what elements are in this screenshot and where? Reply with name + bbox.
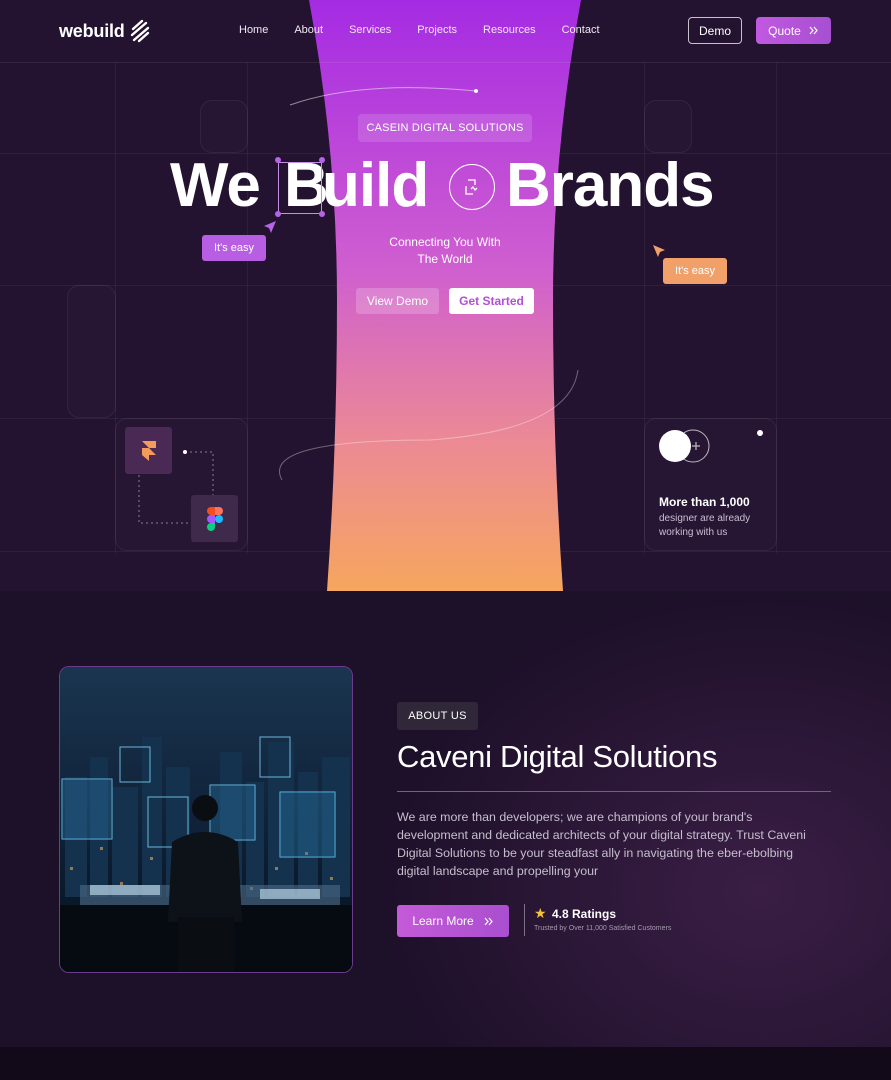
about-photo xyxy=(59,666,353,973)
nav-item-resources[interactable]: Resources xyxy=(470,24,549,36)
indicator-dot xyxy=(757,430,763,436)
nav-item-services[interactable]: Services xyxy=(336,24,404,36)
hero-subtitle-line: Connecting You With xyxy=(389,235,501,249)
rating-subtitle: Trusted by Over 11,000 Satisfied Custome… xyxy=(534,925,672,932)
designers-count-line: working with us xyxy=(659,527,728,538)
nav-item-projects[interactable]: Projects xyxy=(404,24,470,36)
add-designer-icon[interactable] xyxy=(659,429,711,463)
learn-more-label: Learn More xyxy=(412,914,474,928)
hero-gradient-beam xyxy=(137,0,581,591)
star-icon: ★ xyxy=(534,905,547,921)
hero-subtitle-line: The World xyxy=(417,252,473,266)
view-demo-button[interactable]: View Demo xyxy=(356,288,439,314)
logo-text: webuild xyxy=(59,20,125,41)
designers-count-line: designer are already xyxy=(659,513,751,524)
rating-value: 4.8 Ratings xyxy=(552,907,617,921)
design-tool-icon xyxy=(449,164,495,210)
main-nav: Home About Services Projects Resources C… xyxy=(226,24,613,36)
framer-card xyxy=(125,427,172,474)
headline-word-we: We xyxy=(170,151,261,220)
logo[interactable]: webuild xyxy=(59,19,151,43)
hero-badge: CASEIN DIGITAL SOLUTIONS xyxy=(358,114,532,142)
headline-word-uild: uild xyxy=(322,151,429,220)
nav-item-about[interactable]: About xyxy=(281,24,336,36)
quote-button[interactable]: Quote xyxy=(756,17,831,44)
framer-icon xyxy=(141,440,156,461)
designers-count-subtitle: designer are already working with us xyxy=(659,512,779,540)
nav-item-home[interactable]: Home xyxy=(226,24,281,36)
about-description-line: development and dedicated architects of … xyxy=(397,828,806,842)
about-description-line: We are more than developers; we are cham… xyxy=(397,810,753,824)
its-easy-tag-left: It's easy xyxy=(202,235,266,261)
selection-handle xyxy=(319,211,325,217)
about-title: Caveni Digital Solutions xyxy=(397,739,718,774)
about-badge: ABOUT US xyxy=(397,702,478,730)
get-started-button[interactable]: Get Started xyxy=(449,288,534,314)
double-chevron-right-icon xyxy=(809,26,818,35)
rating-divider xyxy=(524,904,525,936)
top-navbar: webuild Home About Services Projects Res… xyxy=(0,0,891,63)
selection-handle xyxy=(275,211,281,217)
demo-button[interactable]: Demo xyxy=(688,17,742,44)
next-section-edge xyxy=(0,1047,891,1080)
selection-handle xyxy=(319,157,325,163)
about-description-line: Digital Solutions to be your steadfast a… xyxy=(397,846,794,860)
cursor-pointer-icon xyxy=(264,221,276,233)
about-description: We are more than developers; we are cham… xyxy=(397,808,837,880)
about-section: ABOUT US Caveni Digital Solutions We are… xyxy=(0,591,891,1047)
about-description-line: digital landscape and propelling your xyxy=(397,864,599,878)
headline-word-brands: Brands xyxy=(506,151,715,220)
selection-handle xyxy=(275,157,281,163)
figma-icon xyxy=(206,506,223,531)
about-photo-illustration xyxy=(60,667,352,972)
logo-stripes-icon xyxy=(130,19,149,43)
figma-card xyxy=(191,495,238,542)
quote-button-label: Quote xyxy=(768,23,801,38)
about-divider xyxy=(397,791,831,792)
double-chevron-right-icon xyxy=(484,917,493,925)
hero-section: webuild Home About Services Projects Res… xyxy=(0,0,891,591)
cursor-pointer-icon xyxy=(653,245,665,257)
demo-button-label: Demo xyxy=(698,23,731,38)
its-easy-tag-right: It's easy xyxy=(663,258,727,284)
learn-more-button[interactable]: Learn More xyxy=(397,905,509,937)
nav-item-contact[interactable]: Contact xyxy=(549,24,613,36)
hero-subtitle: Connecting You With The World xyxy=(345,234,545,268)
selection-box xyxy=(278,162,322,214)
designers-count-title: More than 1,000 xyxy=(659,495,750,509)
